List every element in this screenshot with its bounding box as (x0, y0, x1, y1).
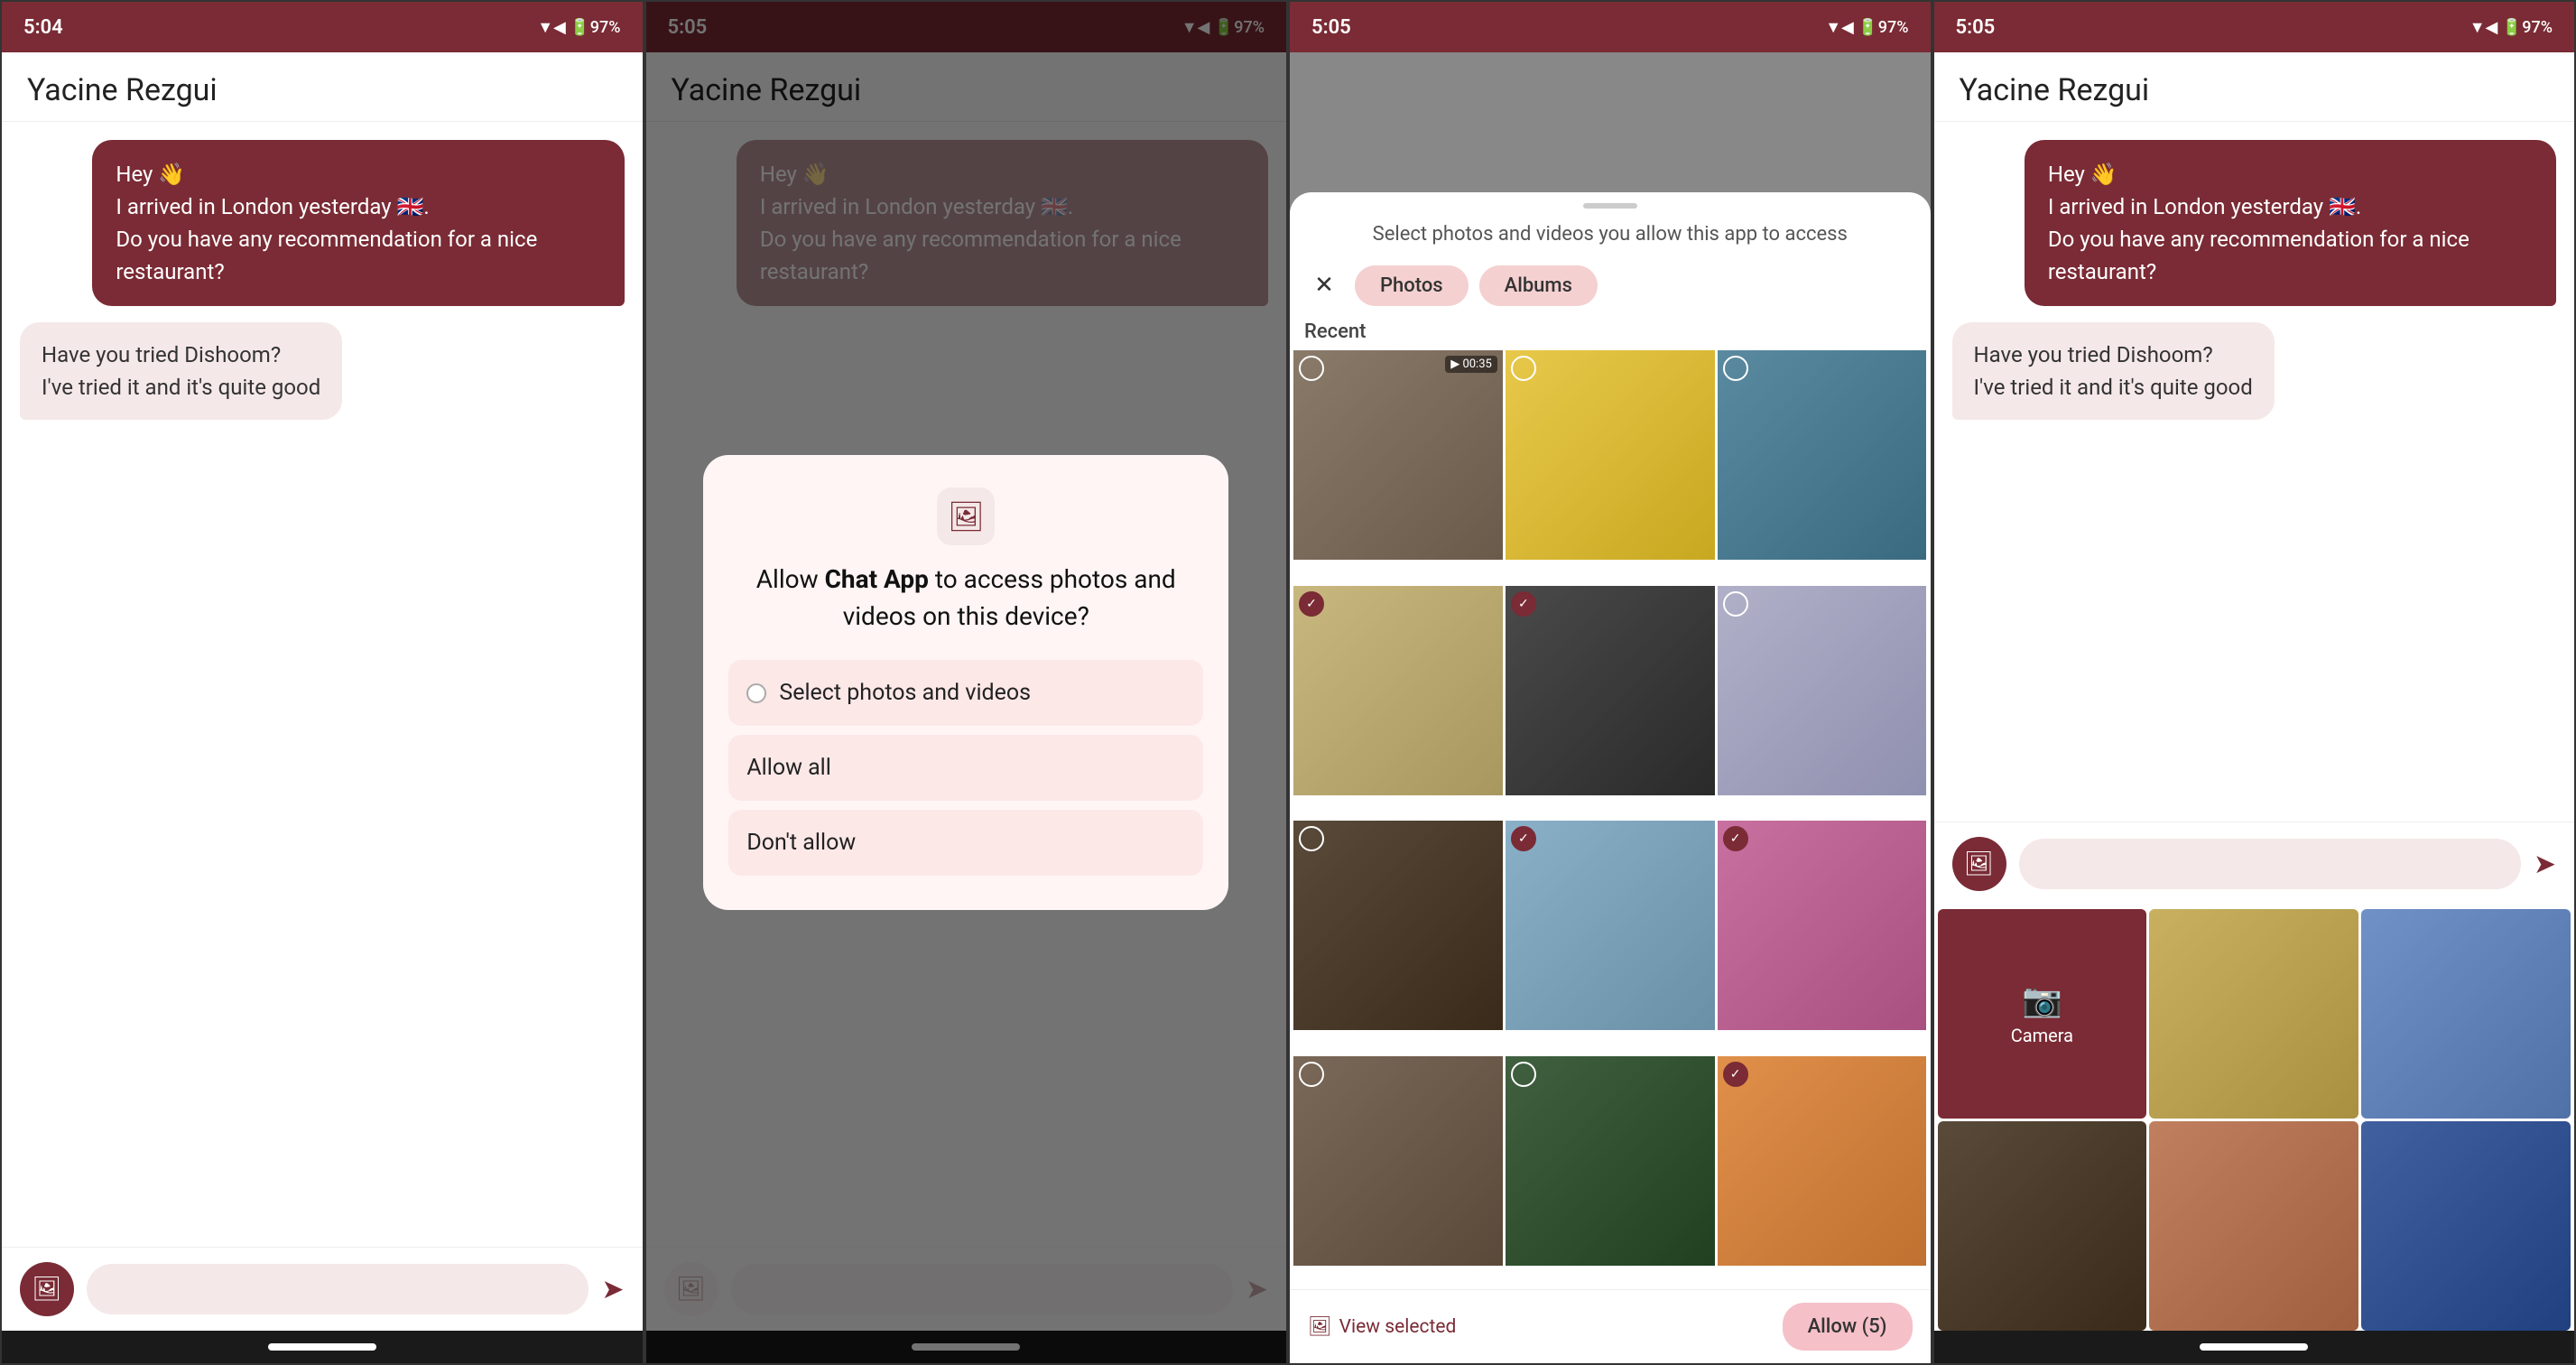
media-cell-3[interactable] (1938, 1121, 2147, 1331)
status-icons-4: ▼◀ 🔋97% (2469, 18, 2553, 37)
option-dont-allow[interactable]: Don't allow (728, 810, 1203, 876)
time-3: 5:05 (1311, 16, 1351, 39)
dialog-title: Allow Chat App to access photos and vide… (728, 562, 1203, 635)
photo-cell-7[interactable] (1293, 821, 1503, 1030)
status-bar-4: 5:05 ▼◀ 🔋97% (1934, 2, 2575, 52)
status-icons-3: ▼◀ 🔋97% (1825, 18, 1908, 37)
media-cell-1[interactable] (2149, 909, 2358, 1119)
media-cell-5[interactable] (2361, 1121, 2571, 1331)
send-button-4[interactable]: ➤ (2534, 849, 2556, 880)
radio-select-photos (746, 683, 766, 703)
status-bar-3: 5:05 ▼◀ 🔋97% (1290, 2, 1931, 52)
home-bar-4 (1934, 1331, 2575, 1363)
photo-cell-8[interactable] (1506, 821, 1715, 1030)
picker-description: Select photos and videos you allow this … (1290, 216, 1931, 258)
photo-check-1 (1299, 356, 1324, 381)
photo-cell-9[interactable] (1718, 821, 1927, 1030)
media-icon-1: 🖼 (32, 1276, 61, 1303)
phone-2: 5:05 ▼◀ 🔋97% Yacine Rezgui Hey 👋I arrive… (644, 0, 1289, 1365)
status-bar-1: 5:04 ▼◀ 🔋97% (2, 2, 643, 52)
time-4: 5:05 (1956, 16, 1996, 39)
time-1: 5:04 (23, 16, 63, 39)
message-bubble-received-4: Have you tried Dishoom?I've tried it and… (1952, 322, 2275, 420)
photo-grid-bottom: 📷 Camera (1938, 909, 2571, 1331)
video-badge-1: ▶ 00:35 (1445, 356, 1497, 373)
photo-check-10 (1299, 1062, 1324, 1087)
picker-footer: 🖼 View selected Allow (5) (1290, 1289, 1931, 1363)
media-cell-2[interactable] (2361, 909, 2571, 1119)
camera-cell[interactable]: 📷 Camera (1938, 909, 2147, 1119)
option-select-photos[interactable]: Select photos and videos (728, 660, 1203, 726)
chat-content-4: Hey 👋I arrived in London yesterday 🇬🇧.Do… (1934, 122, 2575, 822)
photo-check-2 (1511, 356, 1536, 381)
allow-button[interactable]: Allow (5) (1783, 1303, 1913, 1351)
message-bubble-sent-4: Hey 👋I arrived in London yesterday 🇬🇧.Do… (2025, 140, 2556, 306)
photo-cell-3[interactable] (1718, 350, 1927, 560)
photo-cell-2[interactable] (1506, 350, 1715, 560)
phone-3: 5:05 ▼◀ 🔋97% Select photos and videos yo… (1288, 0, 1932, 1365)
photo-check-8 (1511, 826, 1536, 851)
text-input-4[interactable] (2019, 839, 2521, 889)
picker-handle (1583, 203, 1637, 209)
message-bubble-sent-1: Hey 👋I arrived in London yesterday 🇬🇧.Do… (92, 140, 624, 306)
media-attach-button-1[interactable]: 🖼 (20, 1262, 74, 1316)
photo-check-9 (1723, 826, 1748, 851)
permission-overlay: 🖼 Allow Chat App to access photos and vi… (646, 2, 1287, 1363)
photo-cell-5[interactable] (1506, 586, 1715, 795)
photo-check-4 (1299, 591, 1324, 617)
chat-bottom-1: 🖼 ➤ (2, 1247, 643, 1331)
chat-content-1: Hey 👋I arrived in London yesterday 🇬🇧.Do… (2, 122, 643, 1247)
image-icon: 🖼 (948, 499, 985, 534)
send-button-1[interactable]: ➤ (601, 1274, 624, 1305)
camera-label: Camera (2011, 1025, 2073, 1046)
photo-picker-sheet: Select photos and videos you allow this … (1290, 192, 1931, 1363)
view-selected-link[interactable]: 🖼 View selected (1308, 1316, 1456, 1338)
photo-grid: ▶ 00:35 (1290, 350, 1931, 1289)
phone-1: 5:04 ▼◀ 🔋97% Yacine Rezgui Hey 👋I arrive… (0, 0, 644, 1365)
media-attach-button-4[interactable]: 🖼 (1952, 837, 2006, 891)
status-icons-1: ▼◀ 🔋97% (537, 18, 620, 37)
dialog-icon: 🖼 (937, 488, 995, 545)
chat-header-1: Yacine Rezgui (2, 52, 643, 122)
section-recent: Recent (1290, 315, 1931, 350)
photo-check-12 (1723, 1062, 1748, 1087)
photo-cell-1[interactable]: ▶ 00:35 (1293, 350, 1503, 560)
home-bar-1 (2, 1331, 643, 1363)
photo-cell-4[interactable] (1293, 586, 1503, 795)
media-cell-4[interactable] (2149, 1121, 2358, 1331)
message-bubble-received-1: Have you tried Dishoom?I've tried it and… (20, 322, 342, 420)
option-dont-allow-label: Don't allow (746, 830, 856, 856)
text-input-1[interactable] (87, 1264, 588, 1314)
photo-cell-6[interactable] (1718, 586, 1927, 795)
tab-albums[interactable]: Albums (1479, 265, 1598, 306)
photo-cell-11[interactable] (1506, 1056, 1715, 1266)
photo-cell-10[interactable] (1293, 1056, 1503, 1266)
picker-close-button[interactable]: ✕ (1304, 265, 1344, 305)
option-allow-all[interactable]: Allow all (728, 735, 1203, 801)
photo-check-5 (1511, 591, 1536, 617)
option-select-photos-label: Select photos and videos (779, 680, 1031, 706)
photo-check-3 (1723, 356, 1748, 381)
home-pill-4 (2200, 1343, 2308, 1351)
view-selected-label: View selected (1339, 1316, 1457, 1338)
view-selected-icon: 🖼 (1308, 1316, 1332, 1338)
media-grid-panel: 📷 Camera (1934, 905, 2575, 1331)
option-allow-all-label: Allow all (746, 755, 830, 781)
photo-check-7 (1299, 826, 1324, 851)
phone-4: 5:05 ▼◀ 🔋97% Yacine Rezgui Hey 👋I arrive… (1932, 0, 2576, 1365)
chat-header-4: Yacine Rezgui (1934, 52, 2575, 122)
permission-dialog: 🖼 Allow Chat App to access photos and vi… (703, 455, 1228, 910)
media-icon-4: 🖼 (1964, 850, 1994, 878)
photo-cell-12[interactable] (1718, 1056, 1927, 1266)
photo-check-6 (1723, 591, 1748, 617)
picker-tabs-row: ✕ Photos Albums (1290, 258, 1931, 315)
home-pill-1 (268, 1343, 376, 1351)
camera-icon: 📷 (2022, 981, 2062, 1019)
chat-bottom-4: 🖼 ➤ (1934, 822, 2575, 905)
photo-check-11 (1511, 1062, 1536, 1087)
tab-photos[interactable]: Photos (1355, 265, 1469, 306)
